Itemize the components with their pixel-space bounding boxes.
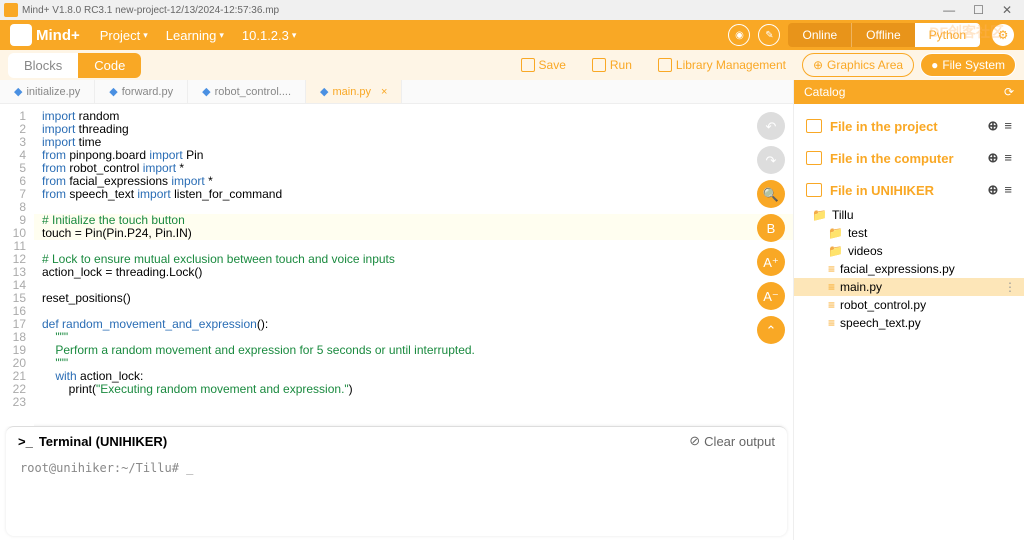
search-icon[interactable]: 🔍 <box>757 180 785 208</box>
file-tab[interactable]: ◆main.py× <box>306 80 402 103</box>
action-bar: Blocks Code Save Run Library Management … <box>0 50 1024 80</box>
bold-button[interactable]: B <box>757 214 785 242</box>
run-button[interactable]: Run <box>582 53 642 77</box>
file-tabs: ◆initialize.py◆forward.py◆robot_control.… <box>0 80 793 104</box>
code-content[interactable]: import randomimport threadingimport time… <box>34 104 793 426</box>
menu-ip[interactable]: 10.1.2.3 <box>242 28 297 43</box>
tree-folder[interactable]: 📁videos <box>794 242 1024 260</box>
file-icon: ◆ <box>202 85 210 98</box>
folder-icon: 📁 <box>828 226 843 240</box>
file-icon: ≡ <box>828 316 835 330</box>
tree-file[interactable]: ≡facial_expressions.py <box>794 260 1024 278</box>
watermark: DF创客社区 <box>929 22 1004 42</box>
file-tab[interactable]: ◆robot_control.... <box>188 80 306 103</box>
app-logo: Mind+ <box>10 24 80 46</box>
font-decrease-button[interactable]: A⁻ <box>757 282 785 310</box>
top-toolbar: Mind+ Project Learning 10.1.2.3 ◉ ✎ Onli… <box>0 20 1024 50</box>
clear-output-button[interactable]: ⊘Clear output <box>689 433 775 449</box>
close-tab-icon[interactable]: × <box>381 86 387 98</box>
close-icon[interactable]: ✕ <box>1002 3 1012 17</box>
tab-code[interactable]: Code <box>78 53 141 78</box>
filesystem-button[interactable]: ● File System <box>920 53 1016 77</box>
tree-folder[interactable]: 📁test <box>794 224 1024 242</box>
add-icon[interactable]: ⊕ <box>988 150 999 166</box>
catalog-section[interactable]: File in the computer⊕ ≡ <box>794 142 1024 174</box>
terminal-output[interactable]: root@unihiker:~/Tillu# _ <box>6 455 787 481</box>
library-button[interactable]: Library Management <box>648 53 796 77</box>
offline-button[interactable]: Offline <box>851 23 914 47</box>
tree-folder[interactable]: 📁Tillu <box>794 206 1024 224</box>
file-tab[interactable]: ◆initialize.py <box>0 80 95 103</box>
catalog-section[interactable]: File in the project⊕ ≡ <box>794 110 1024 142</box>
graphics-button[interactable]: ⊕ Graphics Area <box>802 53 914 77</box>
more-icon[interactable]: ⋮ <box>1004 280 1016 294</box>
redo-icon[interactable]: ↷ <box>757 146 785 174</box>
folder-icon <box>806 119 822 133</box>
play-icon <box>592 58 606 72</box>
tree-file[interactable]: ≡speech_text.py <box>794 314 1024 332</box>
menu-icon[interactable]: ≡ <box>1004 150 1012 166</box>
catalog-section[interactable]: File in UNIHIKER⊕ ≡ <box>794 174 1024 206</box>
menu-icon[interactable]: ≡ <box>1004 182 1012 198</box>
file-tab[interactable]: ◆forward.py <box>95 80 188 103</box>
minimize-icon[interactable]: — <box>943 3 955 17</box>
collapse-icon[interactable]: ⌃ <box>757 316 785 344</box>
menu-icon[interactable]: ≡ <box>1004 118 1012 134</box>
library-icon <box>658 58 672 72</box>
font-increase-button[interactable]: A⁺ <box>757 248 785 276</box>
terminal-panel: >_ Terminal (UNIHIKER) ⊘Clear output roo… <box>6 426 787 536</box>
title-text: Mind+ V1.8.0 RC3.1 new-project-12/13/202… <box>22 5 279 16</box>
file-icon: ≡ <box>828 298 835 312</box>
tree-file[interactable]: ≡robot_control.py <box>794 296 1024 314</box>
refresh-icon[interactable]: ⟳ <box>1004 85 1014 99</box>
terminal-title: Terminal (UNIHIKER) <box>39 434 167 449</box>
catalog-header: Catalog ⟳ <box>794 80 1024 104</box>
file-icon: ◆ <box>320 85 328 98</box>
code-editor[interactable]: 1234567891011121314151617181920212223 im… <box>0 104 793 426</box>
add-icon[interactable]: ⊕ <box>988 182 999 198</box>
maximize-icon[interactable]: ☐ <box>973 3 984 17</box>
dashboard-icon[interactable]: ◉ <box>728 24 750 46</box>
file-icon: ◆ <box>14 85 22 98</box>
undo-icon[interactable]: ↶ <box>757 112 785 140</box>
save-button[interactable]: Save <box>511 53 576 77</box>
edit-icon[interactable]: ✎ <box>758 24 780 46</box>
file-icon: ◆ <box>109 85 117 98</box>
tree-file[interactable]: ≡main.py⋮ <box>794 278 1024 296</box>
terminal-icon: >_ <box>18 434 33 449</box>
clear-icon: ⊘ <box>689 433 700 449</box>
save-icon <box>521 58 535 72</box>
file-icon: ≡ <box>828 262 835 276</box>
window-titlebar: Mind+ V1.8.0 RC3.1 new-project-12/13/202… <box>0 0 1024 20</box>
app-icon <box>4 3 18 17</box>
file-icon: ≡ <box>828 280 835 294</box>
menu-project[interactable]: Project <box>100 28 148 43</box>
folder-icon: 📁 <box>812 208 827 222</box>
line-gutter: 1234567891011121314151617181920212223 <box>0 104 34 426</box>
add-icon[interactable]: ⊕ <box>988 118 999 134</box>
folder-icon <box>806 151 822 165</box>
folder-icon <box>806 183 822 197</box>
online-button[interactable]: Online <box>788 23 851 47</box>
folder-icon: 📁 <box>828 244 843 258</box>
menu-learning[interactable]: Learning <box>166 28 224 43</box>
tab-blocks[interactable]: Blocks <box>8 53 78 78</box>
